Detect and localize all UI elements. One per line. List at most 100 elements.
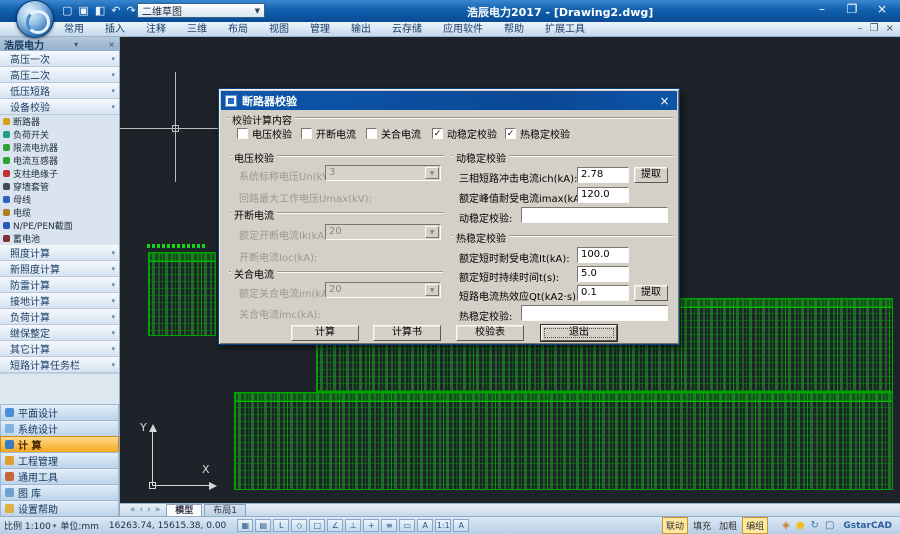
dynamic-result-field[interactable] [521, 207, 668, 223]
device-item-reactor[interactable]: 限流电抗器 [0, 141, 119, 154]
pin-icon[interactable]: ▾ [69, 40, 78, 49]
nav-system-design[interactable]: 系统设计 [0, 420, 119, 436]
dialog-close-button[interactable]: × [656, 94, 673, 108]
tab-annotate[interactable]: 注释 [146, 22, 166, 37]
dialog-titlebar[interactable]: 断路器校验 × [221, 91, 677, 110]
tab-ext-tools[interactable]: 扩展工具 [545, 22, 585, 37]
chevron-down-icon[interactable]: ▾ [53, 522, 57, 530]
close-icon[interactable]: × [103, 40, 115, 49]
quickprop-icon[interactable]: A [417, 519, 433, 532]
sidebar-item-hv-primary[interactable]: 高压一次▾ [0, 51, 119, 67]
toggle-linkage[interactable]: 联动 [662, 517, 688, 534]
tab-view[interactable]: 视图 [269, 22, 289, 37]
undo-icon[interactable]: ↶ [111, 4, 120, 17]
sidebar-item-relay-setting[interactable]: 继保整定▾ [0, 325, 119, 341]
sidebar-item-illuminance[interactable]: 照度计算▾ [0, 245, 119, 261]
bulb-icon[interactable]: ● [796, 520, 805, 531]
nav-plan-design[interactable]: 平面设计 [0, 404, 119, 420]
tab-insert[interactable]: 插入 [105, 22, 125, 37]
workspace-combo[interactable]: 二维草图 ▼ [137, 3, 265, 18]
device-item-load-switch[interactable]: 负荷开关 [0, 128, 119, 141]
restore-button[interactable]: ❐ [842, 2, 862, 16]
annot-icon[interactable]: A [453, 519, 469, 532]
toggle-group[interactable]: 编组 [742, 517, 768, 534]
sidebar-item-hv-secondary[interactable]: 高压二次▾ [0, 67, 119, 83]
thermal-result-field[interactable] [521, 305, 668, 321]
short-time-withstand-field[interactable]: 100.0 [577, 247, 629, 263]
tab-common[interactable]: 常用 [64, 22, 84, 37]
nav-library[interactable]: 图 库 [0, 484, 119, 500]
checkbox-box[interactable]: ✓ [505, 128, 516, 139]
checkbox-box[interactable]: ✓ [432, 128, 443, 139]
device-item-bushing[interactable]: 穿墙套管 [0, 180, 119, 193]
scale-combo[interactable]: 比例 1:100 [4, 519, 51, 532]
rated-closing-current-combo[interactable]: 20 ▼ [325, 282, 441, 298]
otrack-icon[interactable]: ∠ [327, 519, 343, 532]
device-item-insulator[interactable]: 支柱绝缘子 [0, 167, 119, 180]
sidebar-item-lv-short[interactable]: 低压短路▾ [0, 83, 119, 99]
save-icon[interactable]: ◧ [95, 4, 105, 17]
impulse-current-field[interactable]: 2.78 [577, 167, 629, 183]
clean-screen-icon[interactable]: ▢ [825, 520, 834, 531]
app-logo-button[interactable] [16, 0, 54, 38]
new-file-icon[interactable]: ▢ [62, 4, 72, 17]
snap-icon[interactable]: ▦ [237, 519, 253, 532]
tab-model[interactable]: 模型 [166, 504, 202, 516]
sidebar-item-device-check[interactable]: 设备校验▾ [0, 99, 119, 115]
sidebar-item-grounding[interactable]: 接地计算▾ [0, 293, 119, 309]
polar-icon[interactable]: ◇ [291, 519, 307, 532]
checkbox-dynamic-stability[interactable]: ✓ 动稳定校验 [432, 126, 497, 141]
exit-button[interactable]: 退出 [541, 325, 617, 341]
toggle-bold[interactable]: 加粗 [716, 518, 740, 533]
checkbox-closing-current[interactable]: 关合电流 [366, 126, 421, 141]
peak-withstand-current-field[interactable]: 120.0 [577, 187, 629, 203]
nav-general-tools[interactable]: 通用工具 [0, 468, 119, 484]
nav-calculation[interactable]: 计 算 [0, 436, 119, 452]
chevron-down-icon[interactable]: ▼ [425, 284, 439, 296]
device-item-cable[interactable]: 电缆 [0, 206, 119, 219]
checkbox-breaking-current[interactable]: 开断电流 [301, 126, 356, 141]
chevron-down-icon[interactable]: ▼ [425, 226, 439, 238]
redo-icon[interactable]: ↷ [126, 4, 135, 17]
minimize-button[interactable]: – [812, 2, 832, 16]
ortho-icon[interactable]: L [273, 519, 289, 532]
tab-output[interactable]: 输出 [351, 22, 371, 37]
last-layout-button[interactable]: » [155, 505, 161, 515]
workspace-switch-icon[interactable]: ◈ [782, 520, 790, 531]
sidebar-item-other-calc[interactable]: 其它计算▾ [0, 341, 119, 357]
checkbox-thermal-stability[interactable]: ✓ 热稳定校验 [505, 126, 570, 141]
mdi-restore-button[interactable]: ❐ [870, 23, 879, 34]
short-time-duration-field[interactable]: 5.0 [577, 266, 629, 282]
close-button[interactable]: × [872, 2, 892, 16]
extract-thermal-button[interactable]: 提取 [634, 285, 668, 301]
calc-report-button[interactable]: 计算书 [373, 325, 441, 341]
tab-apps[interactable]: 应用软件 [443, 22, 483, 37]
next-layout-button[interactable]: › [147, 505, 151, 515]
lwt-icon[interactable]: ≡ [381, 519, 397, 532]
sidebar-item-lightning[interactable]: 防雷计算▾ [0, 277, 119, 293]
sync-icon[interactable]: ↻ [811, 520, 819, 531]
extract-impulse-button[interactable]: 提取 [634, 167, 668, 183]
checkbox-box[interactable] [301, 128, 312, 139]
tab-layout1[interactable]: 布局1 [204, 504, 246, 516]
osnap-icon[interactable]: □ [309, 519, 325, 532]
dyn-icon[interactable]: + [363, 519, 379, 532]
tab-manage[interactable]: 管理 [310, 22, 330, 37]
nominal-voltage-combo[interactable]: 3 ▼ [325, 165, 441, 181]
tab-cloud[interactable]: 云存储 [392, 22, 422, 37]
ducs-icon[interactable]: ⊥ [345, 519, 361, 532]
sidebar-item-load-calc[interactable]: 负荷计算▾ [0, 309, 119, 325]
thermal-effect-field[interactable]: 0.1 [577, 285, 629, 301]
tab-layout[interactable]: 布局 [228, 22, 248, 37]
toggle-fill[interactable]: 填充 [690, 518, 714, 533]
rated-breaking-current-combo[interactable]: 20 ▼ [325, 224, 441, 240]
chevron-down-icon[interactable]: ▼ [425, 167, 439, 179]
open-file-icon[interactable]: ▣ [78, 4, 88, 17]
mdi-close-button[interactable]: × [886, 23, 894, 34]
tab-3d[interactable]: 三维 [187, 22, 207, 37]
nav-project-manage[interactable]: 工程管理 [0, 452, 119, 468]
device-item-npe-section[interactable]: N/PE/PEN截面 [0, 219, 119, 232]
check-table-button[interactable]: 校验表 [456, 325, 524, 341]
sidebar-item-new-illuminance[interactable]: 新照度计算▾ [0, 261, 119, 277]
device-item-breaker[interactable]: 断路器 [0, 115, 119, 128]
